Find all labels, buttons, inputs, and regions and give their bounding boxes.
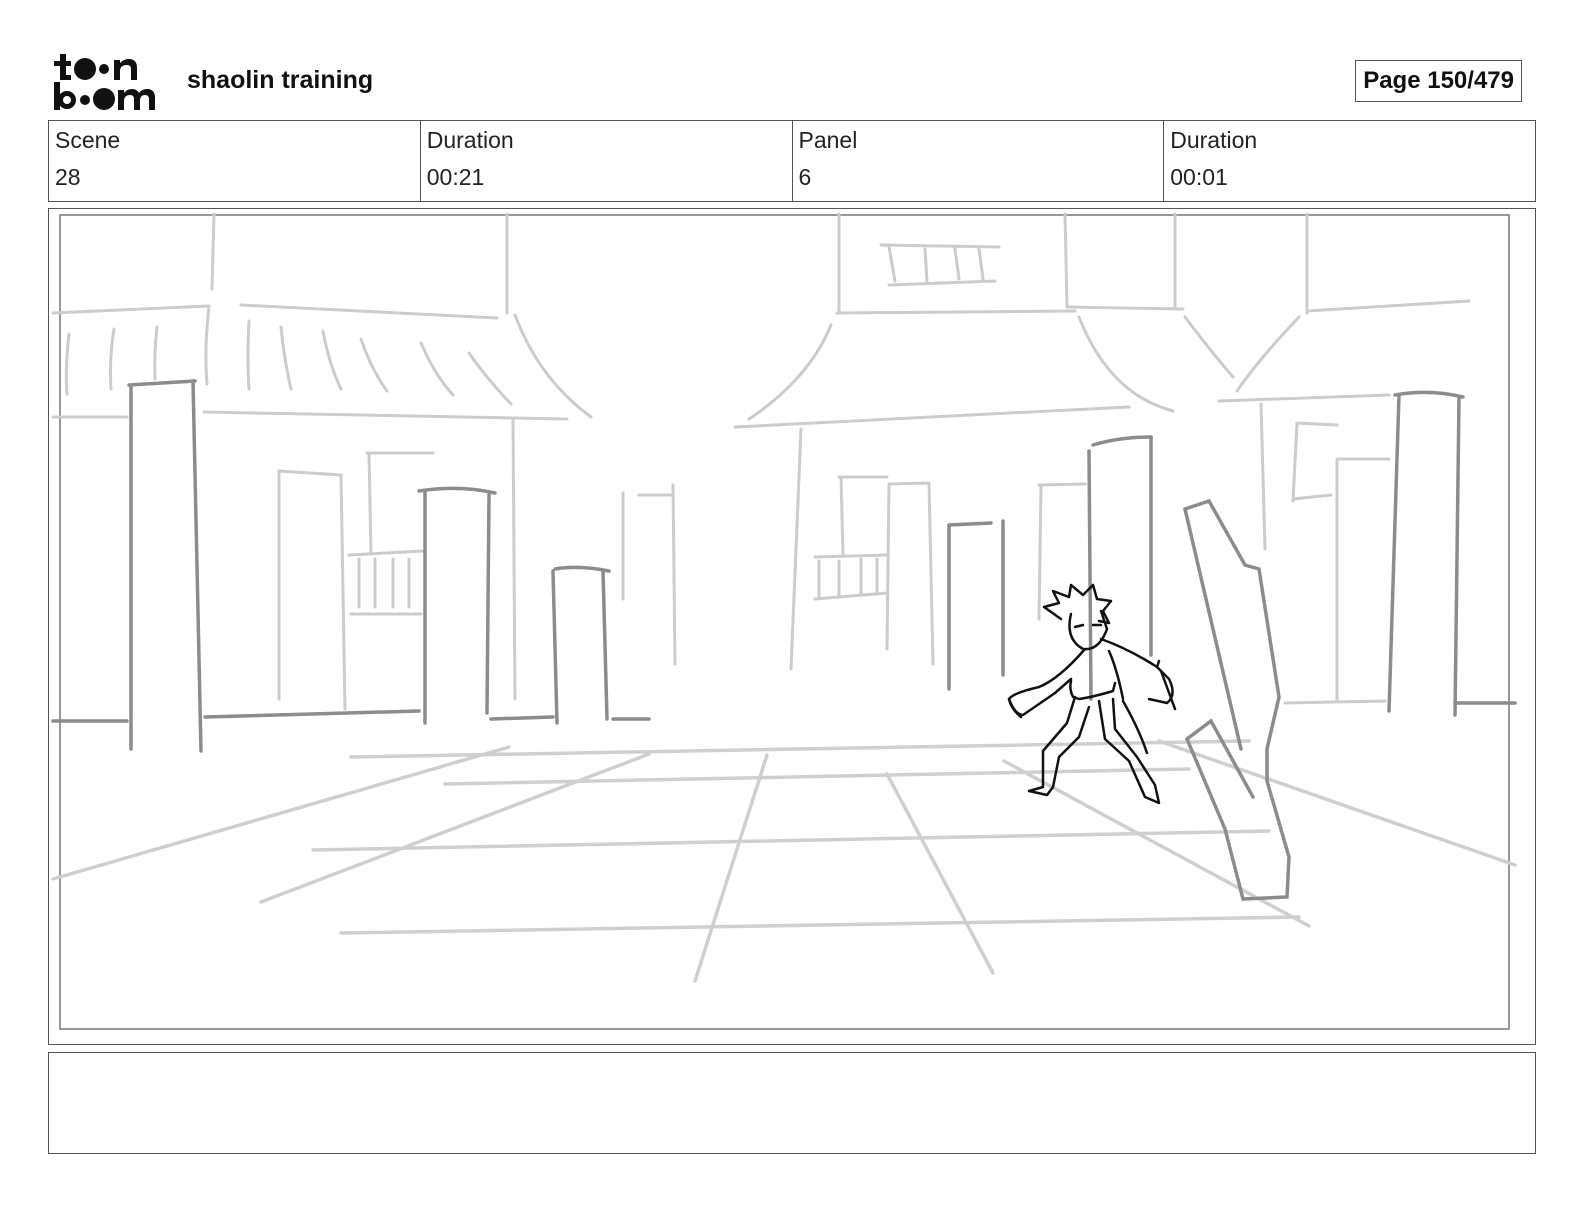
panel-label: Panel <box>798 127 858 153</box>
scene-label: Scene <box>55 127 121 153</box>
notes-box <box>48 1052 1536 1154</box>
scene-cell: Scene 28 <box>49 121 421 201</box>
panel-duration-label: Duration <box>1170 127 1258 153</box>
scene-info-table: Scene 28 Duration 00:21 Panel 6 Duration… <box>48 120 1536 202</box>
panel-cell: Panel 6 <box>793 121 1165 201</box>
sketch-drawing <box>51 212 1517 1030</box>
toon-boom-logo <box>54 54 155 110</box>
page-number: Page 150/479 <box>1355 60 1522 102</box>
scene-duration-label: Duration <box>426 127 514 153</box>
project-title: shaolin training <box>187 66 374 94</box>
storyboard-panel <box>48 208 1536 1045</box>
panel-duration-value: 00:01 <box>1170 164 1228 190</box>
scene-value: 28 <box>55 164 81 190</box>
scene-duration-cell: Duration 00:21 <box>421 121 793 201</box>
panel-value: 6 <box>798 164 812 190</box>
scene-duration-value: 00:21 <box>426 164 485 190</box>
panel-duration-cell: Duration 00:01 <box>1164 121 1535 201</box>
